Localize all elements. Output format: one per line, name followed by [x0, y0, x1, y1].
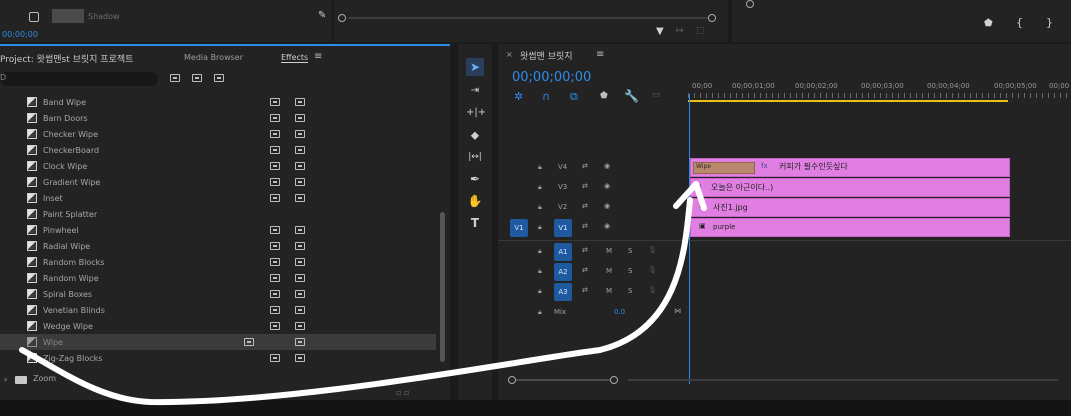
annotation-arrow — [19, 181, 707, 406]
annotation-arrow-stroke — [19, 197, 693, 406]
